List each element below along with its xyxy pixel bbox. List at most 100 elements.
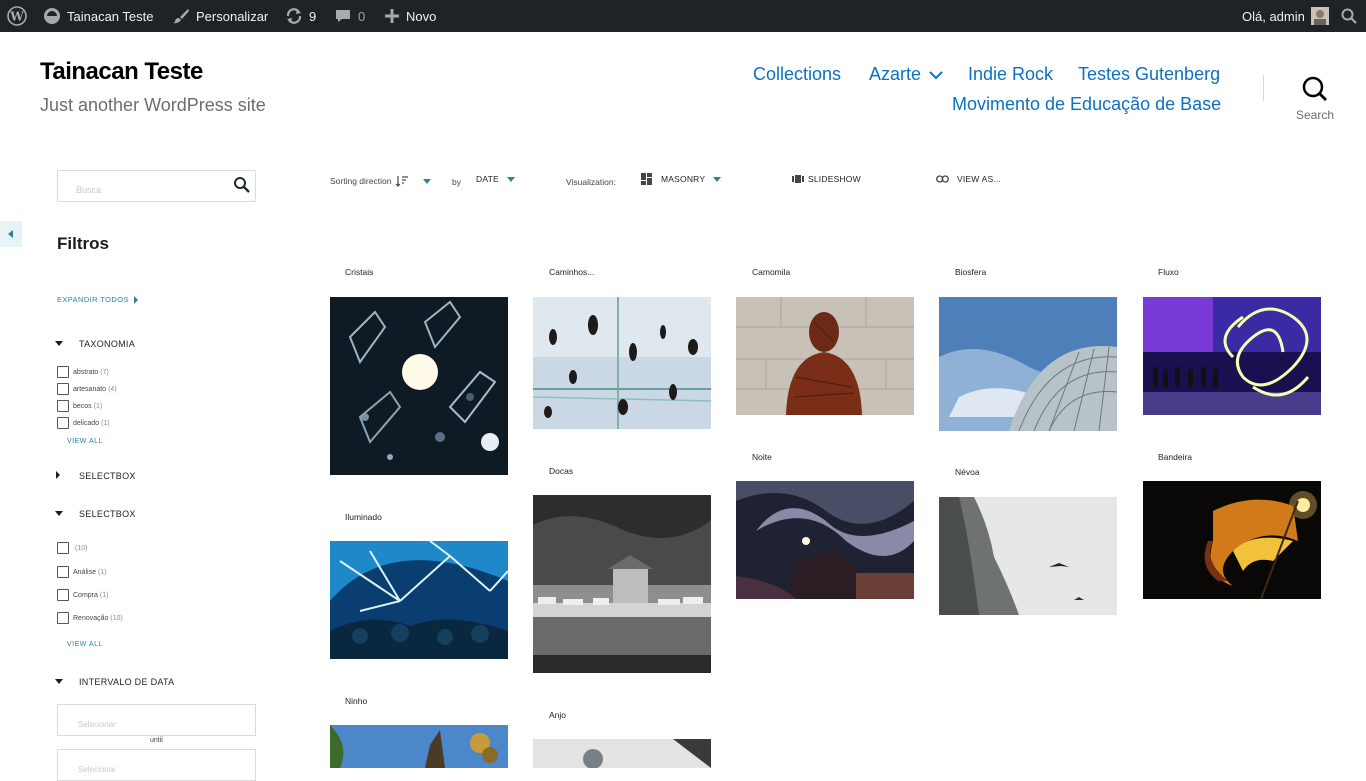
item-thumbnail[interactable] (736, 297, 914, 415)
item-title[interactable]: Camomila (752, 267, 790, 277)
sort-field-dropdown[interactable]: DATE (476, 174, 515, 184)
item-thumbnail[interactable] (533, 495, 711, 673)
item-title[interactable]: Iluminado (345, 512, 382, 522)
item-thumbnail[interactable] (533, 297, 711, 429)
plus-icon (385, 9, 399, 23)
nav-testes-gutenberg[interactable]: Testes Gutenberg (1078, 64, 1220, 85)
item-title[interactable]: Anjo (549, 710, 566, 720)
item-title[interactable]: Fluxo (1158, 267, 1179, 277)
item-title[interactable]: Docas (549, 466, 573, 476)
slideshow-icon (792, 175, 804, 183)
checkbox[interactable] (57, 366, 69, 378)
comments-button[interactable]: 0 (334, 0, 365, 32)
slideshow-button[interactable]: SLIDESHOW (792, 174, 861, 184)
item-title[interactable]: Caminhos... (549, 267, 594, 277)
taxonomy-option[interactable]: abstrato (7) (57, 366, 109, 378)
nav-azarte-label: Azarte (869, 64, 922, 84)
view-as-button[interactable]: VIEW AS... (936, 174, 1001, 184)
checkbox[interactable] (57, 566, 69, 578)
site-name-label: Tainacan Teste (67, 8, 154, 24)
admin-search-button[interactable] (1341, 0, 1357, 32)
nav-azarte[interactable]: Azarte (869, 64, 943, 85)
item-thumbnail[interactable] (330, 541, 508, 659)
checkbox[interactable] (57, 612, 69, 624)
sorting-direction-button[interactable]: Sorting direction (330, 175, 432, 187)
option-count: (1) (99, 591, 109, 599)
item-thumbnail[interactable] (330, 297, 508, 475)
option-count: (1) (97, 568, 107, 576)
filter-taxonomy-toggle[interactable]: TAXONOMIA (55, 339, 135, 349)
option-label: Renovação (73, 614, 109, 622)
expand-all-button[interactable]: EXPANDIR TODOS (57, 295, 139, 304)
item-title[interactable]: Cristais (345, 267, 373, 277)
greeting: Olá, admin (1242, 8, 1305, 24)
item-thumbnail[interactable] (1143, 481, 1321, 599)
filter-selectbox-toggle[interactable]: SELECTBOX (55, 471, 136, 481)
option-label: becos (73, 402, 92, 410)
selectbox-option[interactable]: Renovação (10) (57, 612, 123, 624)
checkbox[interactable] (57, 542, 69, 554)
item-thumbnail[interactable] (736, 481, 914, 599)
nav-indie-rock[interactable]: Indie Rock (968, 64, 1053, 85)
option-label: Análise (73, 568, 96, 576)
item-thumbnail[interactable] (1143, 297, 1321, 415)
chevron-down-icon (929, 70, 943, 79)
admin-bar: W Tainacan Teste Personalizar 9 0 Novo O… (0, 0, 1366, 32)
selectbox-option[interactable]: Compra (1) (57, 589, 108, 601)
new-content-button[interactable]: Novo (384, 0, 436, 32)
sort-descending-icon (395, 176, 409, 187)
option-count: (4) (108, 385, 117, 393)
selectbox-option[interactable]: (10) (57, 542, 87, 554)
checkbox[interactable] (57, 383, 69, 395)
taxonomy-view-all-link[interactable]: VIEW ALL (67, 438, 103, 445)
date-from-input[interactable] (58, 705, 255, 735)
item-title[interactable]: Ninho (345, 696, 367, 706)
item-thumbnail[interactable] (533, 739, 711, 768)
filter-selectbox-2-toggle[interactable]: SELECTBOX (55, 509, 136, 519)
dropdown-caret-icon (506, 176, 515, 182)
site-title[interactable]: Tainacan Teste (40, 58, 203, 86)
checkbox[interactable] (57, 417, 69, 429)
item-title[interactable]: Bandeira (1158, 452, 1192, 462)
wordpress-logo-button[interactable]: W (7, 0, 27, 32)
caret-down-icon (55, 679, 63, 684)
item-thumbnail[interactable] (330, 725, 508, 768)
selectbox-option[interactable]: Análise (1) (57, 566, 107, 578)
collapse-filters-button[interactable] (0, 221, 22, 247)
item-title[interactable]: Biosfera (955, 267, 986, 277)
item-title[interactable]: Névoa (955, 467, 980, 477)
option-label: delicado (73, 419, 100, 427)
item-title[interactable]: Noite (752, 452, 772, 462)
nav-collections[interactable]: Collections (753, 64, 841, 85)
checkbox[interactable] (57, 589, 69, 601)
caret-down-icon (55, 511, 63, 516)
search-icon (234, 177, 250, 193)
option-count: (1) (101, 419, 110, 427)
option-count: (1) (93, 402, 103, 410)
updates-button[interactable]: 9 (285, 0, 316, 32)
item-thumbnail[interactable] (939, 497, 1117, 615)
checkbox[interactable] (57, 400, 69, 412)
my-account-button[interactable]: Olá, admin (1242, 0, 1329, 32)
link-icon (936, 175, 949, 183)
filter-date-range-toggle[interactable]: INTERVALO DE DATA (55, 677, 174, 687)
filter-selectbox-2-label: SELECTBOX (79, 509, 136, 519)
option-count: (10) (110, 614, 123, 622)
search-input[interactable] (59, 172, 229, 200)
search-submit-button[interactable] (233, 176, 251, 194)
nav-movimento-educacao[interactable]: Movimento de Educação de Base (952, 94, 1221, 115)
customize-label: Personalizar (196, 8, 269, 24)
view-mode-dropdown[interactable]: MASONRY (641, 173, 722, 185)
view-as-label: VIEW AS... (957, 174, 1002, 184)
selectbox-view-all-link[interactable]: VIEW ALL (67, 641, 103, 648)
taxonomy-option[interactable]: delicado (1) (57, 417, 110, 429)
customize-button[interactable]: Personalizar (172, 0, 268, 32)
sort-field-value: DATE (476, 174, 499, 184)
item-thumbnail[interactable] (939, 297, 1117, 431)
caret-right-icon (133, 295, 138, 304)
svg-text:W: W (9, 10, 24, 24)
date-to-input[interactable] (58, 750, 255, 780)
site-name-button[interactable]: Tainacan Teste (43, 0, 154, 32)
taxonomy-option[interactable]: artesanato (4) (57, 383, 117, 395)
taxonomy-option[interactable]: becos (1) (57, 400, 102, 412)
